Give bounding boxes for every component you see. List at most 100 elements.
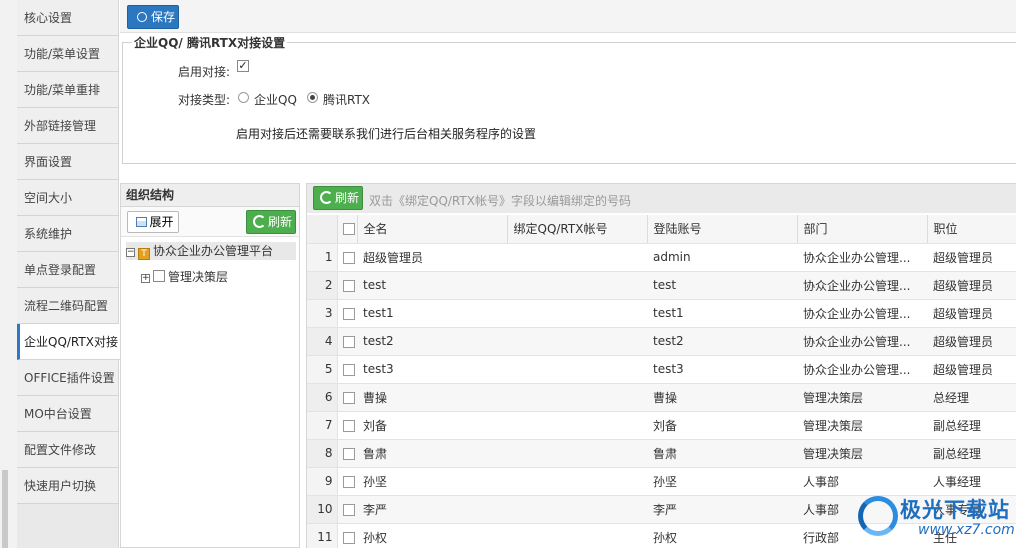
expand-toggle-icon[interactable]: + — [141, 274, 150, 283]
enable-integration-checkbox[interactable]: ✓ — [237, 60, 249, 72]
row-checkbox[interactable] — [342, 391, 355, 404]
sidebar-item-10[interactable]: OFFICE插件设置 — [17, 360, 118, 396]
table-row[interactable]: 4 test2 test2 协众企业办公管理... 超级管理员 — [307, 327, 1016, 356]
header-login-account[interactable]: 登陆账号 — [647, 215, 798, 244]
radio-enterprise-qq-label: 企业QQ — [254, 93, 297, 107]
cell-bind-account[interactable] — [507, 355, 647, 384]
row-checkbox[interactable] — [342, 447, 355, 460]
radio-enterprise-qq[interactable] — [238, 92, 249, 103]
header-bind-account[interactable]: 绑定QQ/RTX帐号 — [507, 215, 648, 244]
save-button[interactable]: 保存 — [127, 5, 179, 29]
cell-bind-account[interactable] — [507, 383, 647, 412]
sidebar-item-13[interactable]: 快速用户切换 — [17, 468, 118, 504]
header-fullname[interactable]: 全名 — [357, 215, 508, 244]
cell-bind-account[interactable] — [507, 439, 647, 468]
cell-position: 副总经理 — [927, 439, 1016, 468]
cell-login-account: 孙权 — [647, 523, 797, 548]
cell-bind-account[interactable] — [507, 327, 647, 356]
table-row[interactable]: 6 曹操 曹操 管理决策层 总经理 — [307, 383, 1016, 412]
tree-node-management[interactable]: + 管理决策层 — [141, 268, 228, 286]
tree-refresh-button[interactable]: 刷新 — [246, 210, 296, 234]
sidebar-item-12[interactable]: 配置文件修改 — [17, 432, 118, 468]
cell-bind-account[interactable] — [507, 243, 647, 272]
cell-position: 超级管理员 — [927, 299, 1016, 328]
table-row[interactable]: 3 test1 test1 协众企业办公管理... 超级管理员 — [307, 299, 1016, 328]
sidebar-item-8[interactable]: 流程二维码配置 — [17, 288, 118, 324]
sidebar-item-3[interactable]: 外部链接管理 — [17, 108, 118, 144]
row-checkbox[interactable] — [342, 531, 355, 544]
cell-login-account: 孙坚 — [647, 467, 797, 496]
cell-department: 管理决策层 — [797, 411, 927, 440]
cell-department: 人事部 — [797, 467, 927, 496]
cell-fullname: test1 — [357, 299, 507, 328]
table-row[interactable]: 1 超级管理员 admin 协众企业办公管理... 超级管理员 — [307, 243, 1016, 272]
row-checkbox[interactable] — [342, 503, 355, 516]
table-row[interactable]: 5 test3 test3 协众企业办公管理... 超级管理员 — [307, 355, 1016, 384]
row-number: 8 — [307, 439, 338, 468]
table-row[interactable]: 8 鲁肃 鲁肃 管理决策层 副总经理 — [307, 439, 1016, 468]
save-button-label: 保存 — [150, 10, 175, 24]
sidebar-item-1[interactable]: 功能/菜单设置 — [17, 36, 118, 72]
sidebar-item-9[interactable]: 企业QQ/RTX对接 — [17, 324, 120, 360]
grid-refresh-button[interactable]: 刷新 — [313, 186, 363, 210]
watermark: 极光下载站 www.xz7.com — [858, 492, 1016, 548]
row-checkbox[interactable] — [342, 307, 355, 320]
sidebar-item-7[interactable]: 单点登录配置 — [17, 252, 118, 288]
cell-department: 管理决策层 — [797, 383, 927, 412]
radio-tencent-rtx-label: 腾讯RTX — [323, 93, 371, 107]
refresh-icon — [319, 191, 333, 204]
radio-tencent-rtx[interactable] — [307, 92, 318, 103]
cell-fullname: 鲁肃 — [357, 439, 507, 468]
cell-bind-account[interactable] — [507, 495, 647, 524]
sidebar-item-2[interactable]: 功能/菜单重排 — [17, 72, 118, 108]
row-checkbox-cell — [337, 355, 357, 384]
row-number: 2 — [307, 271, 338, 300]
cell-bind-account[interactable] — [507, 467, 647, 496]
cell-fullname: 超级管理员 — [357, 243, 507, 272]
row-checkbox[interactable] — [342, 419, 355, 432]
row-checkbox-cell — [337, 327, 357, 356]
cell-login-account: 鲁肃 — [647, 439, 797, 468]
table-row[interactable]: 7 刘备 刘备 管理决策层 副总经理 — [307, 411, 1016, 440]
tree-node-root[interactable]: − T 协众企业办公管理平台 — [126, 242, 296, 260]
header-department[interactable]: 部门 — [797, 215, 928, 244]
row-number: 5 — [307, 355, 338, 384]
header-select-all[interactable] — [337, 215, 358, 244]
cell-position: 超级管理员 — [927, 271, 1016, 300]
cell-bind-account[interactable] — [507, 271, 647, 300]
cell-department: 管理决策层 — [797, 439, 927, 468]
row-checkbox[interactable] — [342, 279, 355, 292]
cell-department: 协众企业办公管理... — [797, 327, 927, 356]
cell-department: 协众企业办公管理... — [797, 299, 927, 328]
cell-bind-account[interactable] — [507, 299, 647, 328]
header-position[interactable]: 职位 — [927, 215, 1016, 244]
sidebar-item-6[interactable]: 系统维护 — [17, 216, 118, 252]
sidebar-item-5[interactable]: 空间大小 — [17, 180, 118, 216]
table-row[interactable]: 9 孙坚 孙坚 人事部 人事经理 — [307, 467, 1016, 496]
table-header-row: 全名 绑定QQ/RTX帐号 登陆账号 部门 职位 — [307, 215, 1016, 244]
row-checkbox[interactable] — [342, 363, 355, 376]
select-all-checkbox[interactable] — [342, 223, 355, 236]
sidebar-item-0[interactable]: 核心设置 — [17, 0, 118, 36]
row-checkbox[interactable] — [342, 335, 355, 348]
watermark-logo-icon — [858, 496, 898, 536]
collapse-toggle-icon[interactable]: − — [126, 248, 135, 257]
row-checkbox[interactable] — [342, 475, 355, 488]
scrollbar-track[interactable] — [2, 470, 8, 548]
cell-fullname: 曹操 — [357, 383, 507, 412]
sidebar-item-4[interactable]: 界面设置 — [17, 144, 118, 180]
expand-button[interactable]: 展开 — [127, 211, 179, 233]
table-row[interactable]: 2 test test 协众企业办公管理... 超级管理员 — [307, 271, 1016, 300]
cell-bind-account[interactable] — [507, 411, 647, 440]
tree-node-root-label: 协众企业办公管理平台 — [153, 244, 274, 258]
row-number: 4 — [307, 327, 338, 356]
cell-fullname: 刘备 — [357, 411, 507, 440]
cell-fullname: 孙权 — [357, 523, 507, 548]
watermark-url: www.xz7.com — [918, 522, 1015, 538]
cell-login-account: 刘备 — [647, 411, 797, 440]
expand-button-label: 展开 — [149, 215, 174, 229]
cell-bind-account[interactable] — [507, 523, 647, 548]
cell-login-account: test — [647, 271, 797, 300]
row-checkbox[interactable] — [342, 251, 355, 264]
sidebar-item-11[interactable]: MO中台设置 — [17, 396, 118, 432]
